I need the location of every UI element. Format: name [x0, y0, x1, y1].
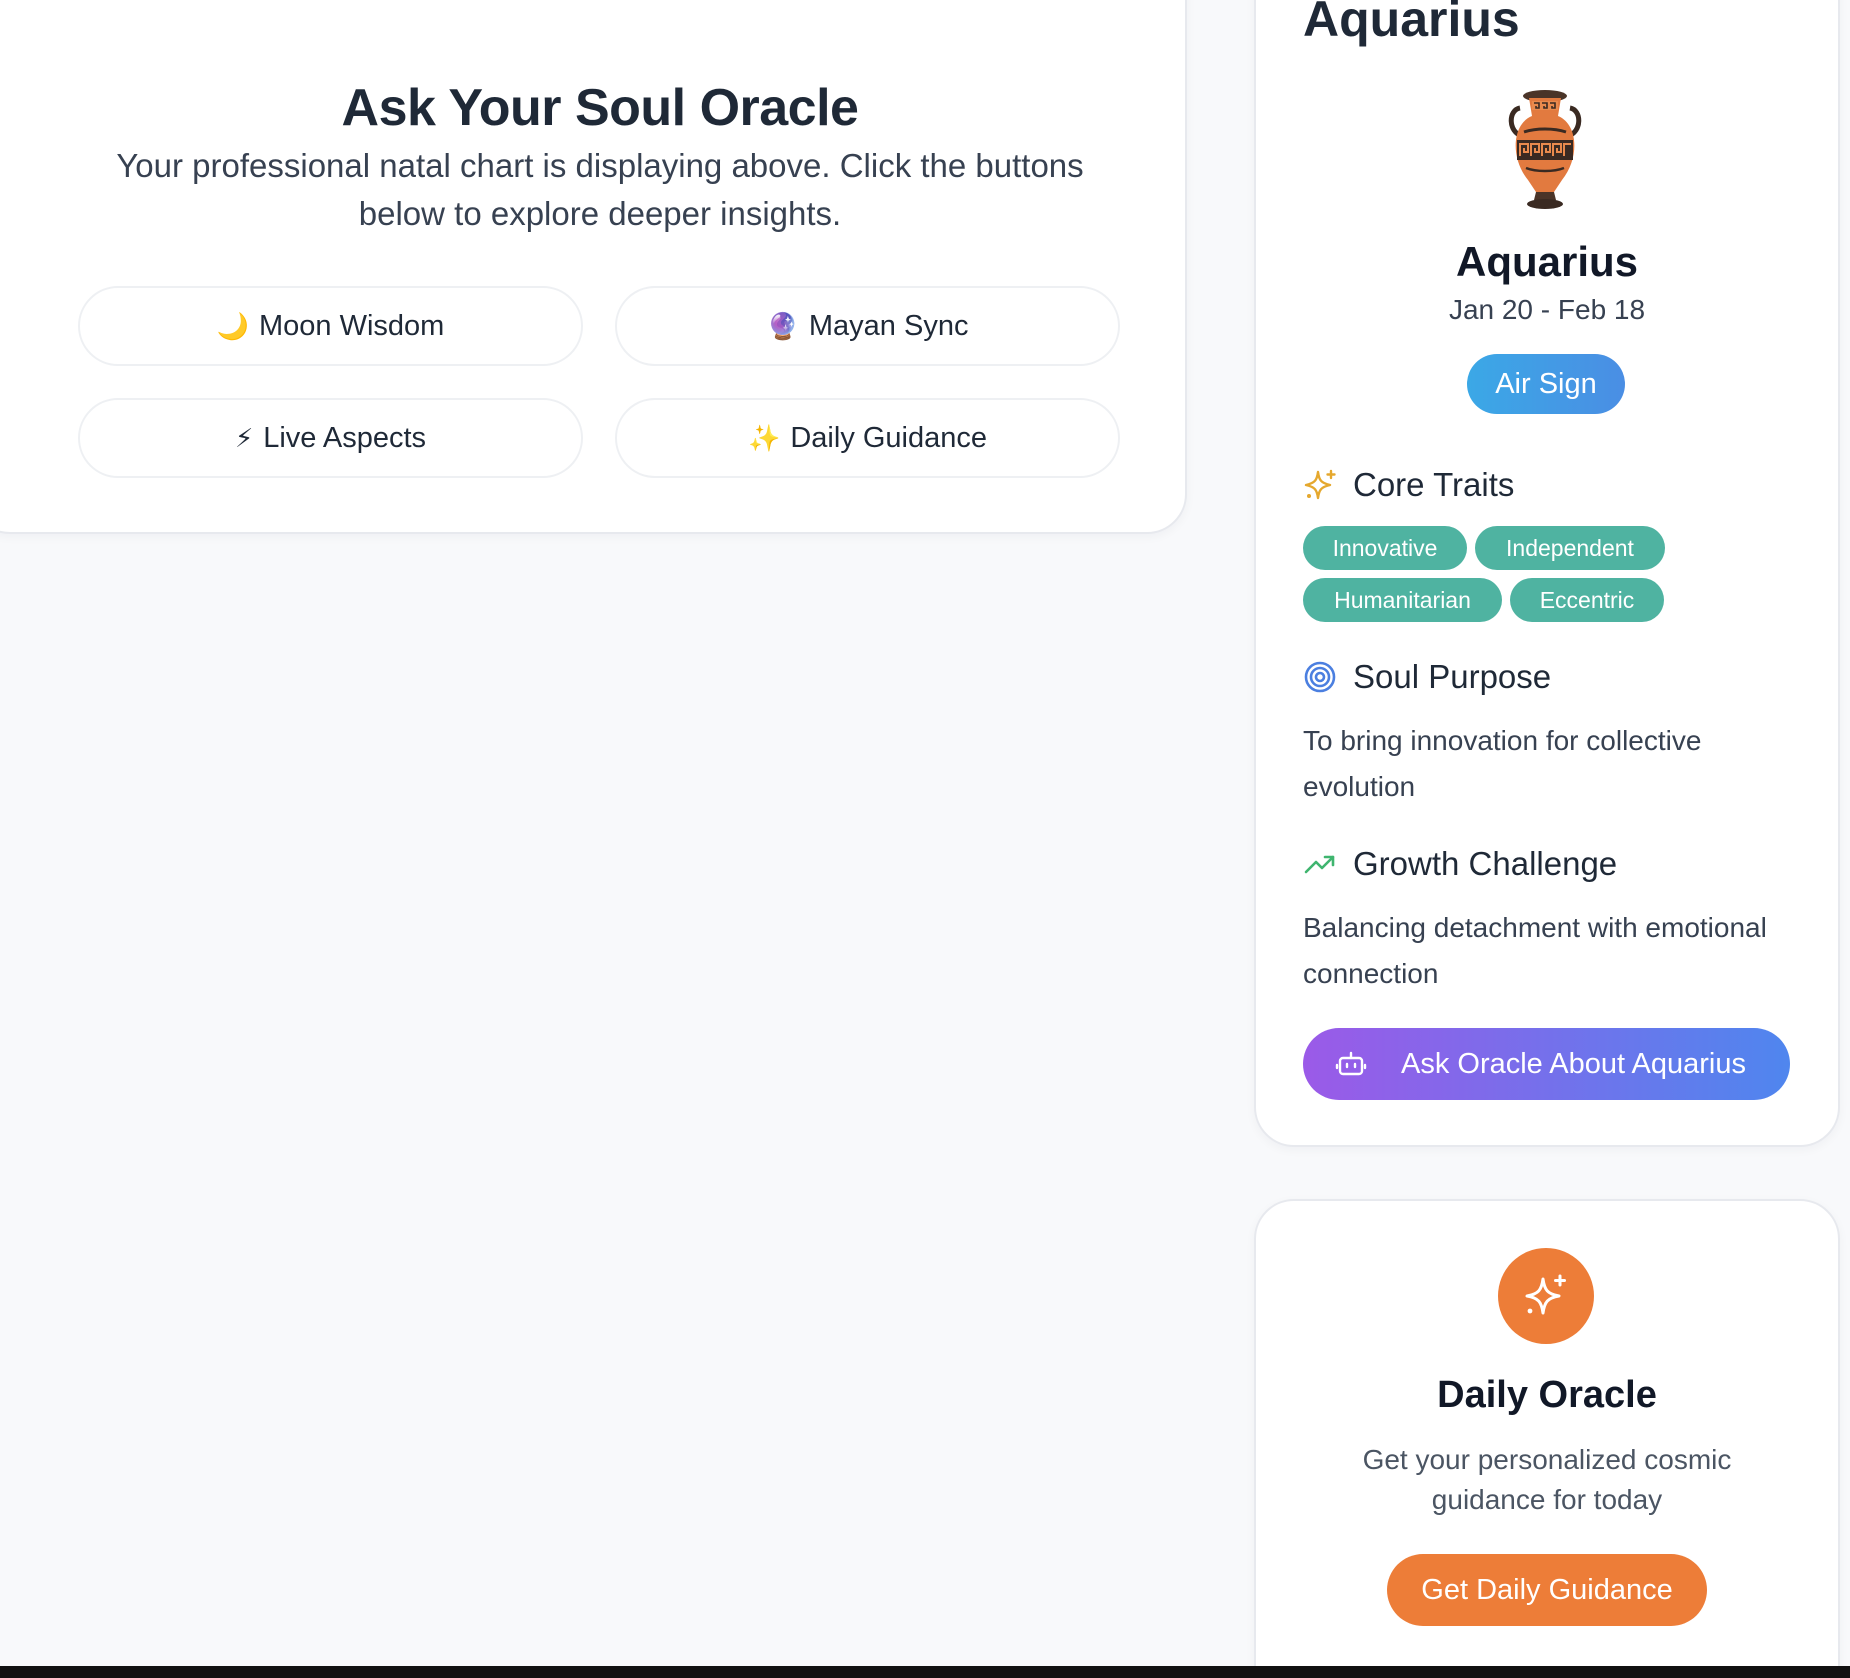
bot-icon	[1335, 1051, 1367, 1076]
growth-challenge-text: Balancing detachment with emotional conn…	[1303, 912, 1767, 989]
core-traits-heading: Core Traits	[1303, 466, 1514, 504]
growth-challenge-heading: Growth Challenge	[1303, 845, 1617, 883]
daily-guidance-label: Daily Guidance	[790, 421, 988, 454]
trait-chip: Innovative	[1303, 526, 1467, 570]
soul-purpose-title: Soul Purpose	[1353, 658, 1552, 695]
trait-chip: Independent	[1475, 526, 1665, 570]
daily-guidance-button[interactable]: ✨ Daily Guidance	[615, 398, 1120, 478]
oracle-subtitle: Your professional natal chart is display…	[116, 147, 1084, 232]
bottom-edge-bar	[0, 1666, 1850, 1678]
ask-oracle-button[interactable]: Ask Oracle About Aquarius	[1303, 1028, 1790, 1100]
crystal-ball-icon: 🔮	[766, 311, 799, 341]
core-traits-title: Core Traits	[1353, 466, 1515, 503]
trait-chip: Humanitarian	[1303, 578, 1502, 622]
trait-chip: Eccentric	[1510, 578, 1664, 622]
soul-purpose-text: To bring innovation for collective evolu…	[1303, 725, 1702, 802]
element-badge: Air Sign	[1467, 354, 1625, 414]
amphora-icon	[1508, 90, 1582, 209]
page: Ask Your Soul Oracle Your professional n…	[0, 0, 1850, 1678]
get-daily-guidance-button[interactable]: Get Daily Guidance	[1387, 1554, 1707, 1626]
daily-oracle-icon-circle	[1498, 1248, 1594, 1344]
oracle-title: Ask Your Soul Oracle	[341, 79, 859, 137]
mayan-sync-button[interactable]: 🔮 Mayan Sync	[615, 286, 1120, 366]
daily-oracle-subtitle: Get your personalized cosmic guidance fo…	[1362, 1444, 1732, 1515]
crescent-moon-icon: 🌙	[216, 311, 250, 341]
mayan-sync-label: Mayan Sync	[808, 309, 969, 342]
sign-dates: Jan 20 - Feb 18	[1448, 294, 1646, 325]
live-aspects-label: Live Aspects	[263, 421, 427, 454]
sign-card-heading: Aquarius	[1303, 0, 1520, 47]
moon-wisdom-label: Moon Wisdom	[259, 309, 445, 342]
sparkles-icon	[1525, 1274, 1566, 1315]
moon-wisdom-button[interactable]: 🌙 Moon Wisdom	[78, 286, 583, 366]
lightning-icon: ⚡	[234, 423, 254, 453]
daily-oracle-title: Daily Oracle	[1437, 1374, 1657, 1416]
trending-up-icon	[1304, 855, 1335, 874]
live-aspects-button[interactable]: ⚡ Live Aspects	[78, 398, 583, 478]
sign-name: Aquarius	[1455, 238, 1639, 285]
soul-purpose-heading: Soul Purpose	[1303, 658, 1551, 696]
sparkles-icon	[1304, 469, 1336, 500]
growth-challenge-title: Growth Challenge	[1353, 845, 1618, 882]
ask-oracle-label: Ask Oracle About Aquarius	[1401, 1047, 1746, 1080]
target-icon	[1304, 661, 1336, 693]
sparkles-emoji-icon: ✨	[747, 423, 781, 453]
